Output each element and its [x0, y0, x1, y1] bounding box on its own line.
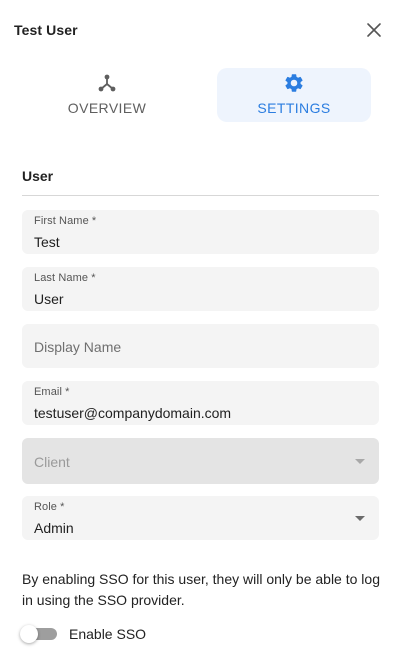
panel-title: Test User [14, 22, 78, 38]
display-name-field[interactable]: Display Name [22, 324, 379, 368]
tab-settings-label: SETTINGS [257, 100, 331, 116]
client-select: Client [22, 438, 379, 484]
tab-bar: OVERVIEW SETTINGS [30, 68, 371, 122]
role-value: Admin [34, 520, 74, 536]
role-label: Role * [34, 501, 65, 513]
display-name-placeholder: Display Name [34, 339, 122, 355]
first-name-value: Test [34, 234, 60, 250]
tab-overview-label: OVERVIEW [67, 100, 147, 116]
tab-settings[interactable]: SETTINGS [217, 68, 371, 122]
section-title: User [22, 168, 54, 184]
sso-note: By enabling SSO for this user, they will… [22, 571, 380, 608]
enable-sso-toggle[interactable] [20, 625, 58, 643]
toggle-thumb [20, 625, 38, 643]
last-name-value: User [34, 291, 64, 307]
gear-icon [283, 72, 305, 94]
first-name-field[interactable]: First Name * Test [22, 210, 379, 254]
last-name-label: Last Name * [34, 272, 96, 284]
last-name-field[interactable]: Last Name * User [22, 267, 379, 311]
chevron-down-icon [355, 516, 365, 521]
share-node-icon [97, 72, 117, 94]
enable-sso-label: Enable SSO [69, 626, 147, 642]
close-icon [367, 23, 381, 37]
chevron-down-icon [355, 459, 365, 464]
panel-header: Test User [14, 22, 389, 42]
email-value: testuser@companydomain.com [34, 405, 232, 421]
email-label: Email * [34, 386, 70, 398]
role-select[interactable]: Role * Admin [22, 496, 379, 540]
tab-overview[interactable]: OVERVIEW [30, 68, 184, 122]
user-settings-panel: Test User OVERVIEW SETTINGS User First N… [0, 0, 403, 666]
close-button[interactable] [363, 19, 385, 41]
section-divider [22, 195, 379, 196]
email-field[interactable]: Email * testuser@companydomain.com [22, 381, 379, 425]
first-name-label: First Name * [34, 215, 97, 227]
client-placeholder: Client [34, 454, 70, 470]
